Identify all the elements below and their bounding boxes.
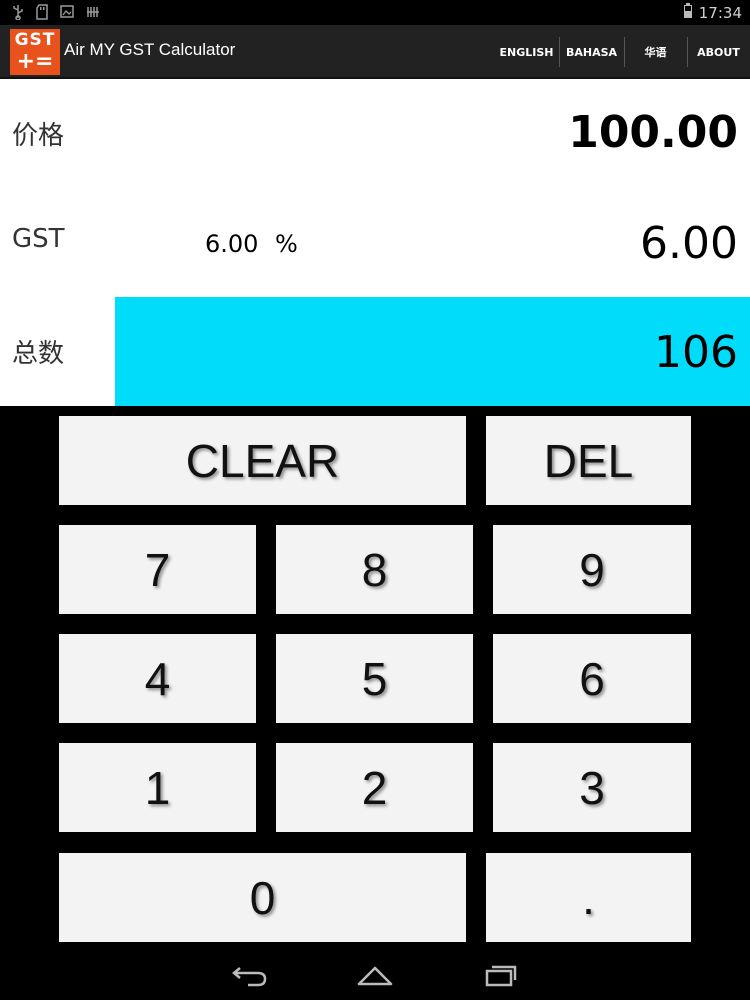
- price-row: 价格 100.00: [0, 79, 750, 188]
- menu-bahasa[interactable]: BAHASA: [559, 25, 624, 79]
- image-icon: [60, 4, 74, 20]
- menu-english[interactable]: ENGLISH: [494, 25, 559, 79]
- key-decimal[interactable]: .: [486, 853, 691, 942]
- menu-chinese[interactable]: 华语: [624, 25, 687, 79]
- key-8[interactable]: 8: [276, 525, 473, 614]
- key-3[interactable]: 3: [493, 743, 691, 832]
- key-9[interactable]: 9: [493, 525, 691, 614]
- key-5[interactable]: 5: [276, 634, 473, 723]
- language-menu: ENGLISH BAHASA 华语 ABOUT: [494, 25, 750, 79]
- gst-rate-field[interactable]: 6.00: [205, 230, 258, 258]
- status-bar: 17:34: [0, 0, 750, 25]
- navigation-bar: [0, 950, 750, 1000]
- gst-value: 6.00: [640, 218, 738, 269]
- gst-label: GST: [12, 224, 65, 254]
- delete-button[interactable]: DEL: [486, 416, 691, 505]
- home-icon[interactable]: [356, 962, 394, 992]
- key-4[interactable]: 4: [59, 634, 256, 723]
- clear-button[interactable]: CLEAR: [59, 416, 466, 505]
- total-row: 总数 106: [0, 297, 750, 406]
- usb-icon: [12, 4, 24, 20]
- status-time: 17:34: [698, 4, 742, 22]
- battery-icon: [683, 3, 693, 23]
- total-highlight: 106: [115, 297, 750, 406]
- menu-about[interactable]: ABOUT: [687, 25, 750, 79]
- notification-icons: [12, 4, 100, 20]
- total-label: 总数: [12, 339, 65, 369]
- gst-row: GST 6.00 % 6.00: [0, 188, 750, 297]
- barcode-icon: [86, 4, 100, 20]
- price-label: 价格: [12, 121, 65, 151]
- app-logo: GST +=: [10, 29, 60, 75]
- gst-percent-sign: %: [275, 230, 298, 258]
- key-0[interactable]: 0: [59, 853, 466, 942]
- key-6[interactable]: 6: [493, 634, 691, 723]
- key-7[interactable]: 7: [59, 525, 256, 614]
- key-2[interactable]: 2: [276, 743, 473, 832]
- app-logo-bottom: +=: [16, 49, 54, 74]
- recent-apps-icon[interactable]: [483, 962, 519, 992]
- back-icon[interactable]: [230, 962, 270, 992]
- key-1[interactable]: 1: [59, 743, 256, 832]
- app-title: Air MY GST Calculator: [64, 40, 236, 59]
- calculator-display: 价格 100.00 GST 6.00 % 6.00 总数 106: [0, 79, 750, 406]
- total-value: 106: [654, 327, 738, 378]
- action-bar: GST += Air MY GST Calculator ENGLISH BAH…: [0, 25, 750, 79]
- app-logo-top: GST: [14, 30, 56, 50]
- price-value[interactable]: 100.00: [568, 107, 738, 158]
- sd-card-icon: [36, 4, 48, 20]
